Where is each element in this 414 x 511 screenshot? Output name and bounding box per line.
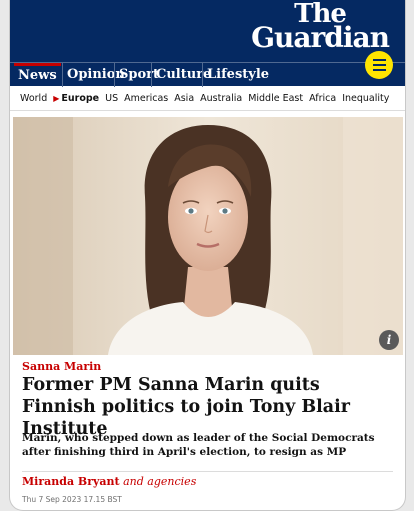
logo-line-2: Guardian [251,21,390,54]
pillar-sport[interactable]: Sport [114,63,159,87]
subnav-world[interactable]: World [20,93,47,104]
subnav-americas[interactable]: Americas [124,93,168,104]
info-icon[interactable]: i [379,330,399,350]
subnav-us[interactable]: US [105,93,118,104]
pillar-culture[interactable]: Culture [151,63,211,87]
app-frame: The Guardian News Opinion Sport Culture … [9,0,406,511]
pillar-news[interactable]: News [14,63,61,87]
byline-author-link[interactable]: Miranda Bryant [22,475,120,488]
masthead: The Guardian [10,0,405,62]
guardian-logo[interactable]: The Guardian [251,1,390,54]
article-standfirst: Marin, who stepped down as leader of the… [22,432,375,458]
subnav-middle-east[interactable]: Middle East [248,93,303,104]
pillar-nav: News Opinion Sport Culture Lifestyle [10,51,405,87]
subnav-asia[interactable]: Asia [174,93,194,104]
byline-agencies: and agencies [123,475,197,488]
article-main-photo [13,117,403,355]
article-byline: Miranda Bryant and agencies [22,475,196,488]
article-kicker[interactable]: Sanna Marin [22,360,101,373]
subnav-australia[interactable]: Australia [200,93,242,104]
subnav-europe[interactable]: Europe [61,93,99,104]
subnav-inequality[interactable]: Inequality [342,93,389,104]
byline-divider [22,471,393,472]
pillar-opinion[interactable]: Opinion [62,63,125,87]
hamburger-icon[interactable] [365,51,393,79]
article-date: Thu 7 Sep 2023 17.15 BST [22,495,122,504]
pillar-lifestyle[interactable]: Lifestyle [202,63,269,87]
section-subnav: World ▶ Europe US Americas Asia Australi… [10,86,405,111]
triangle-right-icon: ▶ [53,93,60,103]
subnav-africa[interactable]: Africa [309,93,336,104]
